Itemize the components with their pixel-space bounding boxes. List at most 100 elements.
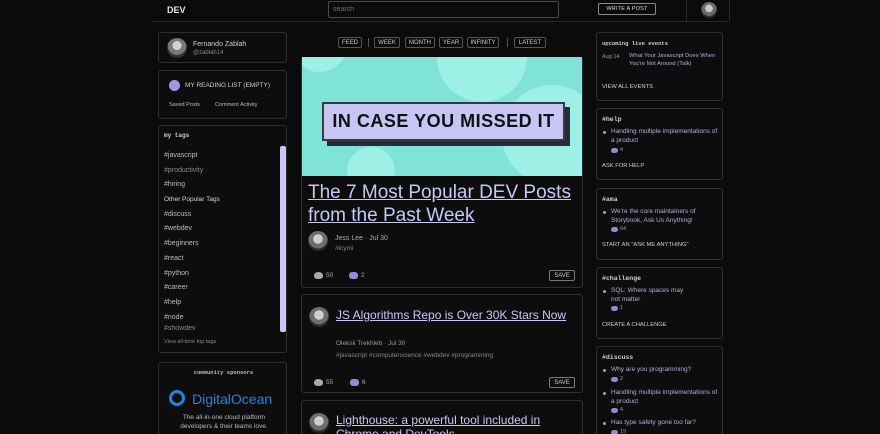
bullet bbox=[603, 369, 606, 372]
comment-count: 1 bbox=[611, 305, 623, 311]
save-button[interactable]: SAVE bbox=[549, 270, 575, 281]
sponsors-heading: community sponsors bbox=[193, 369, 254, 376]
tag-item[interactable]: #react bbox=[164, 252, 220, 267]
comment-count-value: 4 bbox=[620, 407, 624, 413]
ama-item-link[interactable]: We're the core maintainers of Storybook,… bbox=[611, 208, 719, 225]
view-all-events-link[interactable]: VIEW ALL EVENTS bbox=[602, 84, 653, 90]
post-title[interactable]: The 7 Most Popular DEV Posts from the Pa… bbox=[308, 181, 578, 227]
author-avatar[interactable] bbox=[308, 231, 328, 251]
comments-count[interactable]: 2 bbox=[349, 272, 365, 279]
tags-card: my tags #javascript #productivity #hirin… bbox=[158, 125, 287, 353]
tag-item[interactable]: #career bbox=[164, 281, 220, 296]
post-title[interactable]: JS Algorithms Repo is Over 30K Stars Now bbox=[336, 308, 576, 322]
reading-list-card: MY READING LIST (EMPTY) Saved Posts Comm… bbox=[158, 70, 287, 119]
help-heading: #help bbox=[602, 116, 622, 123]
tag-item[interactable]: #hiring bbox=[164, 178, 220, 193]
comment-count-value: 2 bbox=[620, 376, 624, 382]
avatar[interactable] bbox=[701, 2, 717, 18]
heart-icon bbox=[314, 272, 323, 279]
reading-list-title[interactable]: MY READING LIST (EMPTY) bbox=[185, 82, 270, 89]
bullet bbox=[603, 211, 606, 214]
write-post-button[interactable]: WRITE A POST bbox=[598, 3, 656, 15]
bullet bbox=[603, 422, 606, 425]
discuss-item-link[interactable]: Why are you programming? bbox=[611, 366, 719, 375]
reactions-value: 55 bbox=[326, 379, 334, 386]
filter-latest[interactable]: LATEST bbox=[514, 37, 546, 48]
avatar[interactable] bbox=[167, 38, 187, 58]
filter-feed[interactable]: FEED bbox=[338, 37, 362, 48]
author-avatar[interactable] bbox=[309, 307, 329, 327]
reactions-count[interactable]: 55 bbox=[314, 379, 333, 386]
cover-banner: IN CASE YOU MISSED IT bbox=[322, 102, 565, 141]
discuss-item-link[interactable]: Has type safety gone too far? bbox=[611, 419, 719, 428]
author-avatar[interactable] bbox=[309, 413, 329, 433]
post-author[interactable]: Oleksii Trekhleb bbox=[336, 340, 382, 347]
filter-year[interactable]: YEAR bbox=[439, 37, 463, 48]
tag-item[interactable]: #beginners bbox=[164, 237, 220, 252]
help-item-link[interactable]: Handling multiple implementations of a p… bbox=[611, 128, 719, 145]
challenge-item-link[interactable]: SQL: Where spaces may not matter bbox=[611, 287, 691, 304]
tag-item[interactable]: #node bbox=[164, 311, 220, 326]
comments-value: 2 bbox=[361, 272, 365, 279]
post-title[interactable]: Lighthouse: a powerful tool included in … bbox=[336, 413, 576, 434]
comment-icon bbox=[611, 407, 618, 413]
featured-cover-image[interactable]: IN CASE YOU MISSED IT bbox=[302, 57, 582, 176]
reading-list-icon bbox=[169, 80, 180, 91]
comment-icon bbox=[611, 429, 618, 434]
post-author[interactable]: Jess Lee bbox=[335, 235, 363, 242]
start-ama-link[interactable]: START AN "ASK ME ANYTHING" bbox=[602, 242, 689, 248]
tag-item[interactable]: #webdev bbox=[164, 222, 220, 237]
comment-count-value: 64 bbox=[620, 226, 627, 232]
tag-item[interactable]: #help bbox=[164, 296, 220, 311]
reactions-count[interactable]: 50 bbox=[314, 272, 333, 279]
comment-icon bbox=[611, 305, 618, 311]
tag-item[interactable]: #python bbox=[164, 267, 220, 282]
comment-count-value: 1 bbox=[620, 305, 624, 311]
bullet bbox=[603, 290, 606, 293]
comment-count: 64 bbox=[611, 226, 626, 232]
create-challenge-link[interactable]: CREATE A CHALLENGE bbox=[602, 322, 667, 328]
comment-activity-link[interactable]: Comment Activity bbox=[215, 102, 257, 108]
sponsor-name[interactable]: DigitalOcean bbox=[192, 391, 272, 407]
nav-profile[interactable] bbox=[686, 0, 730, 21]
comment-icon bbox=[350, 379, 359, 386]
tag-list: #javascript #productivity #hiring Other … bbox=[164, 149, 220, 333]
comments-value: 6 bbox=[362, 379, 366, 386]
save-button[interactable]: SAVE bbox=[549, 377, 575, 388]
decor-circle bbox=[347, 147, 395, 176]
discuss-heading: #discuss bbox=[602, 354, 634, 361]
post-card[interactable]: JS Algorithms Repo is Over 30K Stars Now… bbox=[301, 294, 583, 393]
post-date: Jul 30 bbox=[369, 235, 388, 242]
tags-scrollbar[interactable] bbox=[280, 146, 286, 332]
search-input[interactable] bbox=[328, 1, 559, 18]
post-tags[interactable]: #javascript #computerscience #webdev #pr… bbox=[336, 352, 493, 359]
tag-item[interactable]: #javascript bbox=[164, 149, 220, 164]
comments-count[interactable]: 6 bbox=[350, 379, 366, 386]
bullet bbox=[603, 131, 606, 134]
post-card[interactable]: Lighthouse: a powerful tool included in … bbox=[301, 400, 583, 434]
saved-posts-link[interactable]: Saved Posts bbox=[169, 102, 200, 108]
discuss-item-link[interactable]: Handling multiple implementations of a p… bbox=[611, 389, 719, 406]
filter-week[interactable]: WEEK bbox=[374, 37, 400, 48]
comment-icon bbox=[349, 272, 358, 279]
profile-card[interactable]: Fernando Zablah @zablah14 bbox=[158, 32, 287, 63]
event-link[interactable]: What Your Javascript Does When You're No… bbox=[629, 52, 721, 68]
filter-infinity[interactable]: INFINITY bbox=[467, 37, 499, 48]
ask-for-help-link[interactable]: ASK FOR HELP bbox=[602, 163, 644, 169]
view-all-tags-link[interactable]: View all-time top tags bbox=[164, 339, 216, 345]
post-tags[interactable]: #icymi bbox=[335, 245, 353, 252]
filter-month[interactable]: MONTH bbox=[405, 37, 435, 48]
tag-item[interactable]: #productivity bbox=[164, 164, 220, 179]
post-meta: Oleksii Trekhleb · Jul 30 bbox=[336, 340, 406, 347]
heart-icon bbox=[314, 379, 323, 386]
post-meta: Jess Lee · Jul 30 bbox=[335, 235, 388, 242]
tag-item[interactable]: #showdev bbox=[164, 325, 220, 333]
top-nav: DEV WRITE A POST bbox=[152, 0, 730, 22]
comment-count: 2 bbox=[611, 376, 623, 382]
comment-icon bbox=[611, 376, 618, 382]
tag-item[interactable]: #discuss bbox=[164, 208, 220, 223]
dev-logo[interactable]: DEV bbox=[167, 5, 186, 15]
other-tags-heading: Other Popular Tags bbox=[164, 196, 220, 204]
comment-icon bbox=[611, 147, 618, 153]
comment-count-value: 4 bbox=[620, 147, 624, 153]
